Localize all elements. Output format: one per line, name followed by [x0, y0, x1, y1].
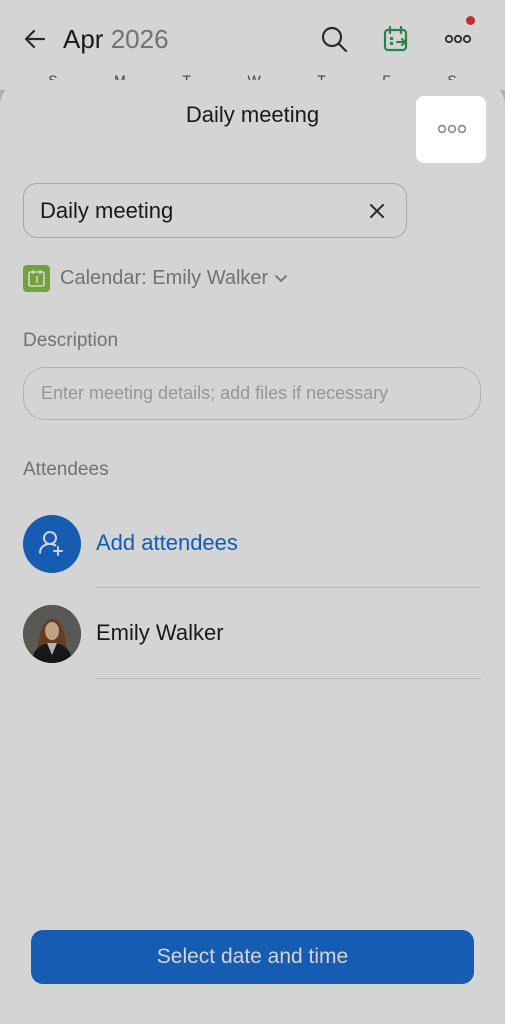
attendee-item[interactable]: Emily Walker [23, 605, 481, 663]
event-title-value: Daily meeting [40, 198, 174, 223]
add-person-icon[interactable] [23, 515, 81, 573]
attendees-label: Attendees [23, 459, 109, 480]
more-options-icon [437, 124, 467, 134]
chevron-down-icon [275, 275, 288, 283]
divider [96, 587, 481, 588]
calendar-selector[interactable]: Calendar: Emily Walker [23, 263, 290, 293]
event-sheet: Daily meeting Daily meeting Calendar: Em… [0, 80, 505, 1024]
clear-icon[interactable] [367, 201, 387, 221]
description-label: Description [23, 330, 119, 351]
divider [96, 678, 481, 679]
avatar [23, 605, 81, 663]
more-options-button[interactable] [416, 96, 486, 163]
description-input[interactable] [24, 368, 480, 419]
calendar-label: Calendar: Emily Walker [60, 266, 269, 289]
attendee-name: Emily Walker [96, 620, 224, 645]
calendar-badge-icon [23, 264, 50, 292]
select-date-time-button[interactable]: Select date and time [31, 930, 474, 984]
add-attendees-label: Add attendees [96, 530, 238, 555]
description-field[interactable] [23, 367, 481, 420]
event-title-field[interactable]: Daily meeting [23, 183, 407, 238]
add-attendees-row[interactable]: Add attendees [23, 515, 481, 573]
